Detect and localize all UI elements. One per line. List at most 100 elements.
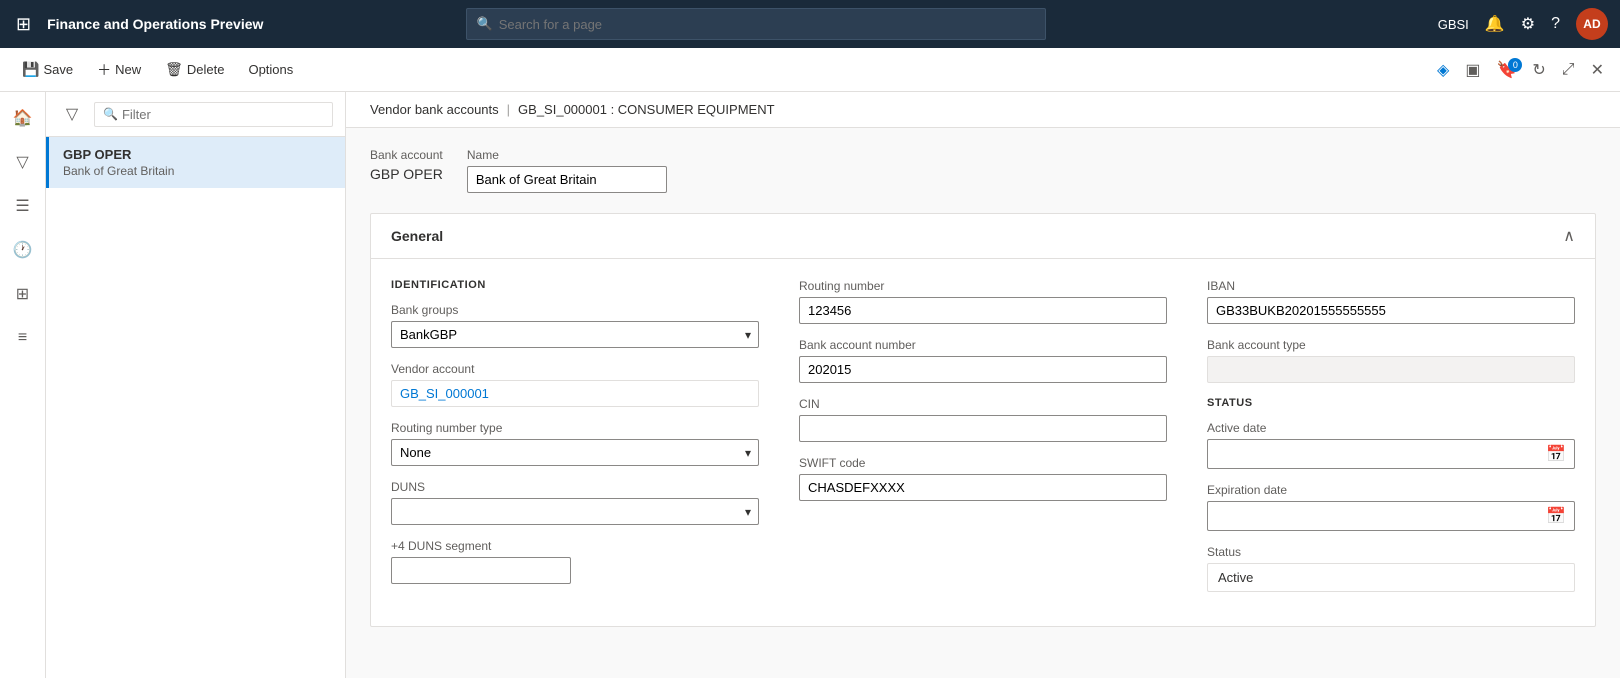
- cin-input[interactable]: [799, 415, 1167, 442]
- options-button[interactable]: Options: [238, 56, 303, 83]
- settings-icon[interactable]: ⚙: [1521, 14, 1535, 34]
- expiration-date-input[interactable]: [1208, 504, 1538, 529]
- routing-number-input[interactable]: [799, 297, 1167, 324]
- filter-input[interactable]: [122, 107, 324, 122]
- refresh-icon[interactable]: ↻: [1528, 56, 1549, 84]
- delete-button[interactable]: 🗑 Delete: [155, 55, 234, 84]
- status-section: STATUS Active date 📅 Expiration date: [1207, 397, 1575, 606]
- bank-account-value: GBP OPER: [370, 166, 443, 182]
- grid-icon[interactable]: ⊞: [5, 276, 41, 312]
- diamond-icon[interactable]: ◈: [1433, 56, 1453, 84]
- user-code-label: GBSI: [1438, 17, 1469, 32]
- section-body: IDENTIFICATION Bank groups BankGBP ▾ Ven…: [371, 259, 1595, 626]
- delete-icon: 🗑: [165, 61, 183, 78]
- save-label: Save: [43, 62, 73, 77]
- home-icon[interactable]: 🏠: [5, 100, 41, 136]
- section-title: General: [391, 228, 443, 244]
- breadcrumb-current: GB_SI_000001 : CONSUMER EQUIPMENT: [518, 102, 774, 117]
- toolbar: 💾 Save ＋ New 🗑 Delete Options ◈ ▣ 🔖 0 ↻ …: [0, 48, 1620, 92]
- section-header[interactable]: General ∧: [371, 214, 1595, 259]
- bank-account-label: Bank account: [370, 148, 443, 162]
- bank-account-type-label: Bank account type: [1207, 338, 1575, 352]
- options-label: Options: [248, 62, 293, 77]
- notification-icon[interactable]: 🔔: [1485, 14, 1505, 34]
- expiration-date-calendar-icon[interactable]: 📅: [1538, 502, 1574, 530]
- breadcrumb-separator: |: [507, 102, 510, 117]
- duns-select[interactable]: [391, 498, 759, 525]
- routing-number-type-field: Routing number type None ▾: [391, 421, 759, 466]
- new-button[interactable]: ＋ New: [87, 54, 151, 86]
- top-nav-bar: ⊞ Finance and Operations Preview 🔍 GBSI …: [0, 0, 1620, 48]
- breadcrumb-bar: Vendor bank accounts | GB_SI_000001 : CO…: [346, 92, 1620, 128]
- search-input[interactable]: [499, 17, 1035, 32]
- bank-groups-select-wrap[interactable]: BankGBP ▾: [391, 321, 759, 348]
- help-icon[interactable]: ?: [1551, 15, 1560, 33]
- cin-label: CIN: [799, 397, 1167, 411]
- status-field: Status Active: [1207, 545, 1575, 592]
- routing-type-select-wrap[interactable]: None ▾: [391, 439, 759, 466]
- routing-type-select[interactable]: None: [391, 439, 759, 466]
- vendor-account-link[interactable]: GB_SI_000001: [391, 380, 759, 407]
- bank-account-type-input[interactable]: [1207, 356, 1575, 383]
- bank-account-number-field: Bank account number: [799, 338, 1167, 383]
- expand-icon[interactable]: ⤢: [1558, 57, 1579, 83]
- toolbar-right-icons: ◈ ▣ 🔖 0 ↻ ⤢ ✕: [1433, 56, 1608, 84]
- iban-column: IBAN Bank account type STATUS Active dat…: [1207, 279, 1575, 606]
- collapse-icon[interactable]: ∧: [1563, 226, 1575, 246]
- main-layout: 🏠 ▽ ☰ 🕐 ⊞ ≡ ▽ 🔍 GBP OPER Bank of Great B…: [0, 92, 1620, 678]
- panel-icon[interactable]: ▣: [1461, 56, 1484, 84]
- badge-icon-wrap[interactable]: 🔖 0: [1492, 60, 1520, 80]
- routing-number-label: Routing number: [799, 279, 1167, 293]
- duns-select-wrap[interactable]: ▾: [391, 498, 759, 525]
- top-nav-right: GBSI 🔔 ⚙ ? AD: [1438, 8, 1608, 40]
- iban-input[interactable]: [1207, 297, 1575, 324]
- identification-label: IDENTIFICATION: [391, 279, 759, 291]
- list-item[interactable]: GBP OPER Bank of Great Britain: [46, 137, 345, 188]
- duns-label: DUNS: [391, 480, 759, 494]
- save-button[interactable]: 💾 Save: [12, 55, 83, 84]
- bank-account-type-field: Bank account type: [1207, 338, 1575, 383]
- grid-menu-icon[interactable]: ⊞: [12, 10, 35, 39]
- recent-icon[interactable]: 🕐: [5, 232, 41, 268]
- bank-groups-field: Bank groups BankGBP ▾: [391, 303, 759, 348]
- close-icon[interactable]: ✕: [1587, 56, 1608, 84]
- list-filter-icon[interactable]: ▽: [58, 100, 86, 128]
- bank-groups-select[interactable]: BankGBP: [391, 321, 759, 348]
- active-date-input[interactable]: [1208, 442, 1538, 467]
- list-item-name: Bank of Great Britain: [63, 164, 331, 178]
- delete-label: Delete: [187, 62, 225, 77]
- app-title: Finance and Operations Preview: [47, 16, 263, 32]
- swift-code-label: SWIFT code: [799, 456, 1167, 470]
- user-avatar[interactable]: AD: [1576, 8, 1608, 40]
- cin-field: CIN: [799, 397, 1167, 442]
- new-icon: ＋: [97, 60, 111, 80]
- active-date-calendar-icon[interactable]: 📅: [1538, 440, 1574, 468]
- vendor-account-field: Vendor account GB_SI_000001: [391, 362, 759, 407]
- search-bar[interactable]: 🔍: [466, 8, 1046, 40]
- filter-icon[interactable]: ▽: [5, 144, 41, 180]
- expiration-date-label: Expiration date: [1207, 483, 1575, 497]
- list-item-id: GBP OPER: [63, 147, 331, 162]
- active-date-field: Active date 📅: [1207, 421, 1575, 469]
- status-label: Status: [1207, 545, 1575, 559]
- swift-code-input[interactable]: [799, 474, 1167, 501]
- rows-icon[interactable]: ≡: [5, 320, 41, 356]
- routing-column: Routing number Bank account number CIN: [799, 279, 1167, 606]
- sidebar-icons: 🏠 ▽ ☰ 🕐 ⊞ ≡: [0, 92, 46, 678]
- breadcrumb-parent[interactable]: Vendor bank accounts: [370, 102, 499, 117]
- content-area: Vendor bank accounts | GB_SI_000001 : CO…: [346, 92, 1620, 678]
- list-panel-header: ▽ 🔍: [46, 92, 345, 137]
- bank-account-field-group: Bank account GBP OPER: [370, 148, 443, 193]
- routing-number-field: Routing number: [799, 279, 1167, 324]
- duns-segment-input[interactable]: [391, 557, 571, 584]
- duns-segment-label: +4 DUNS segment: [391, 539, 759, 553]
- list-icon[interactable]: ☰: [5, 188, 41, 224]
- filter-input-wrap[interactable]: 🔍: [94, 102, 333, 127]
- name-input[interactable]: [467, 166, 667, 193]
- bank-account-number-input[interactable]: [799, 356, 1167, 383]
- search-icon: 🔍: [477, 16, 493, 32]
- badge-count: 0: [1508, 58, 1522, 72]
- filter-search-icon: 🔍: [103, 107, 118, 121]
- duns-field: DUNS ▾: [391, 480, 759, 525]
- expiration-date-field: Expiration date 📅: [1207, 483, 1575, 531]
